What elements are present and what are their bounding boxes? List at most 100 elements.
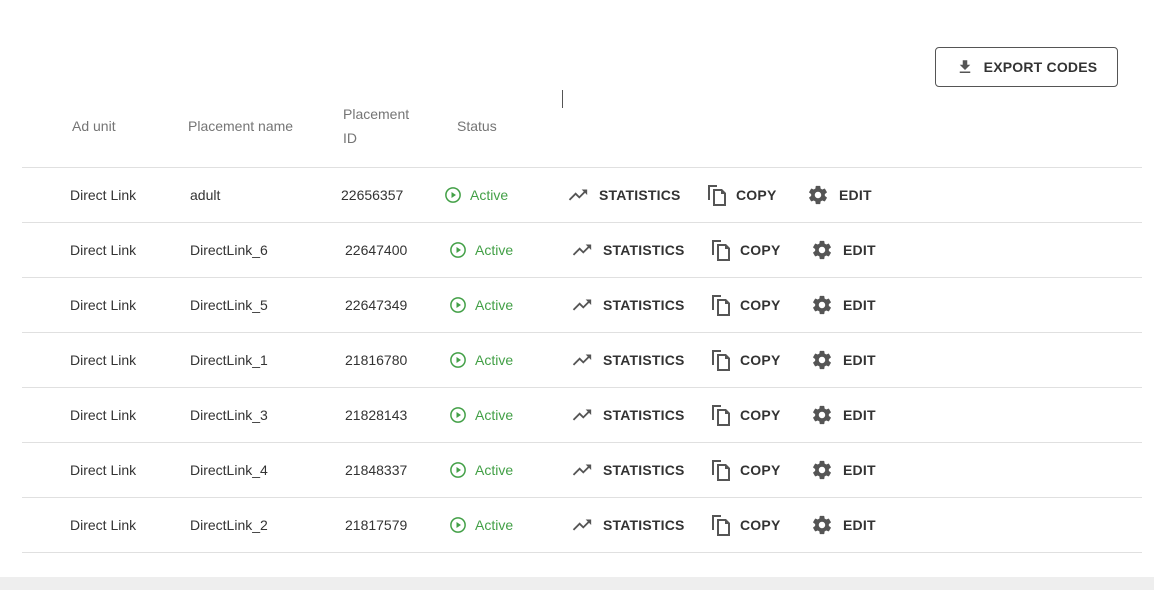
cell-ad-unit: Direct Link [70,498,136,552]
edit-button[interactable]: EDIT [811,223,876,277]
trending-up-icon [572,244,592,256]
cell-ad-unit: Direct Link [70,168,136,222]
gear-icon [813,405,831,425]
statistics-button[interactable]: STATISTICS [571,223,685,277]
cell-status: Active [449,278,513,332]
gear-icon [813,295,831,315]
copy-icon [712,405,730,426]
statistics-button[interactable]: STATISTICS [571,498,685,552]
copy-button[interactable]: COPY [710,278,780,332]
edit-button[interactable]: EDIT [811,333,876,387]
status-text: Active [475,517,514,533]
ad-unit-text: Direct Link [70,517,137,533]
play-circle-icon [450,462,466,478]
cell-placement-id: 22656357 [341,168,403,222]
status-text: Active [475,407,514,423]
cell-status: Active [449,223,513,277]
cell-placement-name: DirectLink_2 [190,498,268,552]
ad-unit-text: Direct Link [70,352,137,368]
copy-button[interactable]: COPY [706,168,776,222]
copy-label: COPY [740,462,781,478]
trending-up-icon [572,519,592,531]
copy-button[interactable]: COPY [710,443,780,497]
statistics-button[interactable]: STATISTICS [571,443,685,497]
edit-label: EDIT [843,517,876,533]
placement-name-text: DirectLink_2 [190,517,268,533]
copy-icon [712,350,730,371]
cell-ad-unit: Direct Link [70,333,136,387]
copy-button[interactable]: COPY [710,388,780,442]
cell-placement-name: adult [190,168,220,222]
statistics-label: STATISTICS [603,407,685,423]
header-ad-unit[interactable]: Ad unit [72,114,116,138]
statistics-label: STATISTICS [603,297,685,313]
export-codes-button[interactable]: EXPORT CODES [935,47,1118,87]
placement-id-text: 21816780 [345,352,408,368]
edit-button[interactable]: EDIT [811,443,876,497]
table-row: Direct Link DirectLink_1 21816780 Active… [22,333,1142,388]
play-circle-icon [450,297,466,313]
header-status[interactable]: Status [457,114,497,138]
cell-ad-unit: Direct Link [70,388,136,442]
statistics-button[interactable]: STATISTICS [571,388,685,442]
copy-icon [712,240,730,261]
cell-status: Active [449,443,513,497]
table-header: Ad unit Placement name Placement ID Stat… [22,100,1142,167]
edit-label: EDIT [843,352,876,368]
trending-up-icon [572,299,592,311]
placement-id-text: 21817579 [345,517,408,533]
ad-unit-text: Direct Link [70,187,137,203]
statistics-button[interactable]: STATISTICS [571,333,685,387]
table-row: Direct Link DirectLink_4 21848337 Active… [22,443,1142,498]
cell-ad-unit: Direct Link [70,278,136,332]
edit-button[interactable]: EDIT [811,388,876,442]
cell-placement-id: 21828143 [345,388,407,442]
edit-label: EDIT [843,407,876,423]
edit-label: EDIT [843,242,876,258]
statistics-button[interactable]: STATISTICS [571,278,685,332]
copy-button[interactable]: COPY [710,498,780,552]
placement-name-text: DirectLink_1 [190,352,268,368]
cell-status: Active [449,333,513,387]
gear-icon [813,240,831,260]
cell-placement-id: 22647349 [345,278,407,332]
ad-unit-text: Direct Link [70,242,137,258]
copy-icon [708,185,726,206]
placements-table-body: Direct Link adult 22656357 Active STATIS… [22,168,1142,553]
placement-name-text: DirectLink_6 [190,242,268,258]
header-placement-name[interactable]: Placement name [188,114,293,138]
cell-placement-id: 21816780 [345,333,407,387]
table-row: Direct Link DirectLink_2 21817579 Active… [22,498,1142,553]
edit-button[interactable]: EDIT [811,498,876,552]
copy-label: COPY [740,517,781,533]
copy-icon [712,515,730,536]
cell-placement-id: 21817579 [345,498,407,552]
table-row: Direct Link DirectLink_6 22647400 Active… [22,223,1142,278]
gear-icon [813,460,831,480]
edit-button[interactable]: EDIT [811,278,876,332]
edit-button[interactable]: EDIT [807,168,872,222]
placement-id-text: 22647400 [345,242,408,258]
copy-label: COPY [740,407,781,423]
copy-button[interactable]: COPY [710,223,780,277]
placement-id-text: 21848337 [345,462,408,478]
trending-up-icon [572,354,592,366]
play-circle-icon [450,352,466,368]
copy-label: COPY [740,352,781,368]
placement-id-text: 22647349 [345,297,408,313]
header-placement-id[interactable]: Placement ID [343,102,409,150]
placement-name-text: adult [190,187,221,203]
copy-button[interactable]: COPY [710,333,780,387]
statistics-button[interactable]: STATISTICS [567,168,681,222]
statistics-label: STATISTICS [603,517,685,533]
trending-up-icon [572,464,592,476]
status-text: Active [475,242,514,258]
cell-placement-id: 21848337 [345,443,407,497]
trending-up-icon [568,189,588,201]
ad-unit-text: Direct Link [70,462,137,478]
placement-name-text: DirectLink_3 [190,407,268,423]
table-row: Direct Link DirectLink_5 22647349 Active… [22,278,1142,333]
status-text: Active [475,297,514,313]
placement-id-text: 21828143 [345,407,408,423]
play-circle-icon [450,407,466,423]
